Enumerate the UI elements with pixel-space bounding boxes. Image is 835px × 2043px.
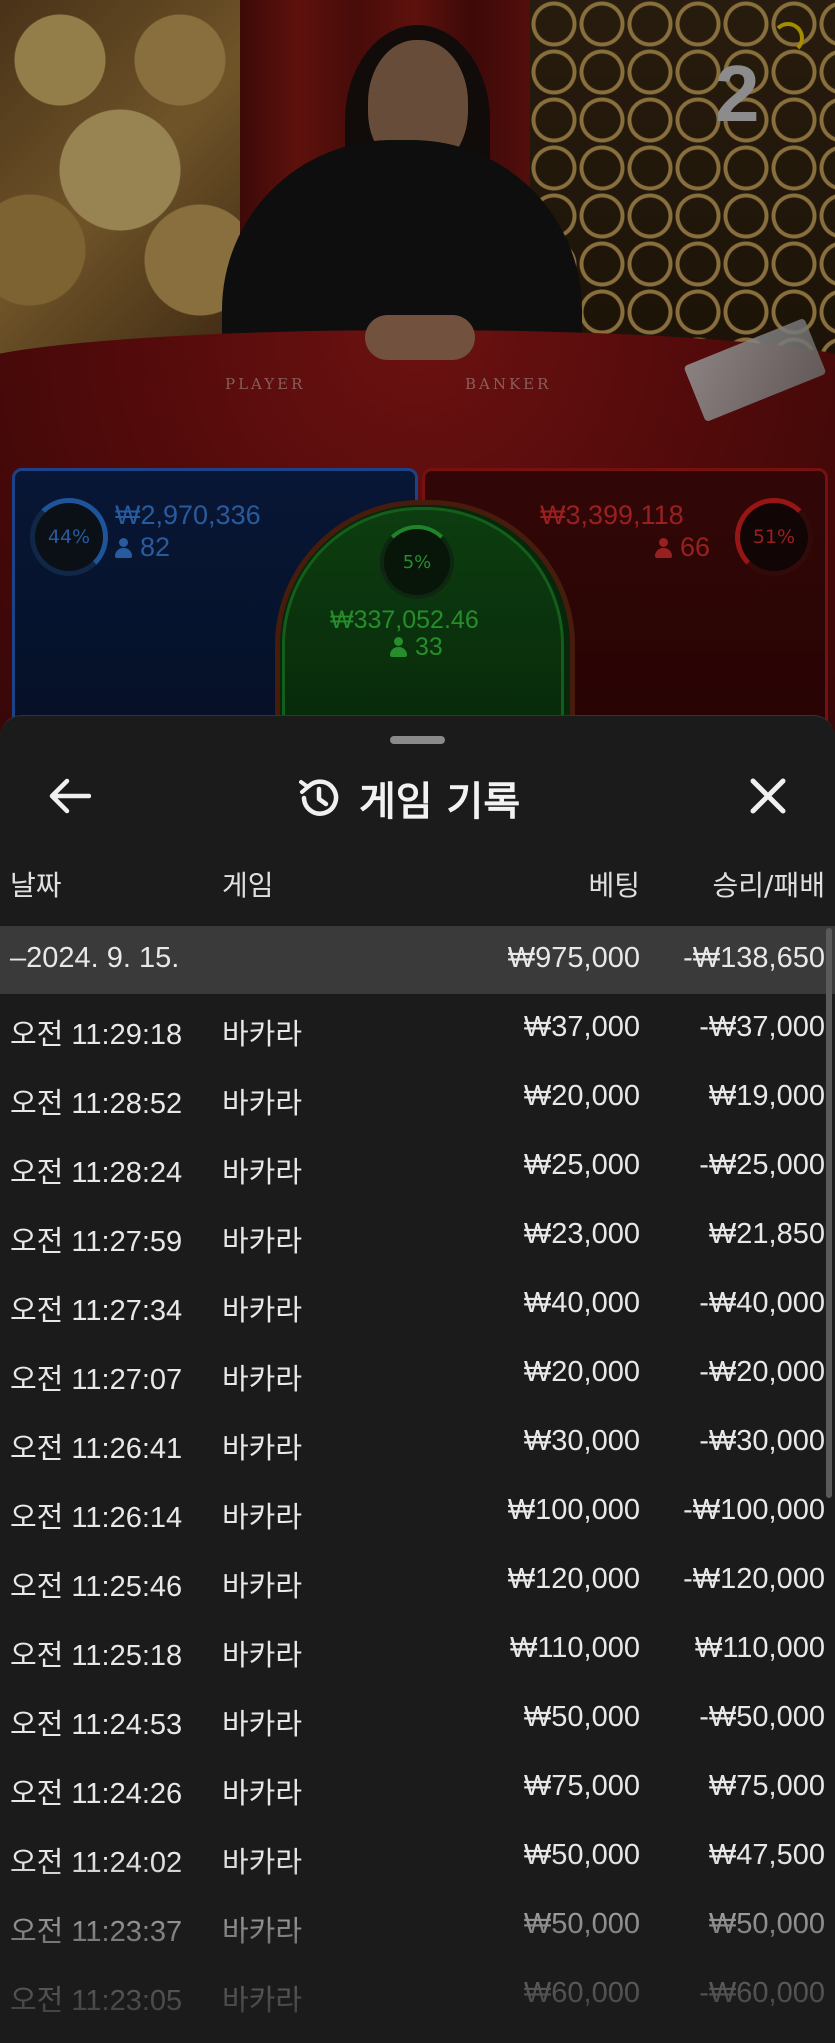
row-game: 바카라 bbox=[222, 1916, 303, 1948]
row-time: 오전 11:25:18 bbox=[10, 1640, 183, 1672]
column-header-game[interactable]: 게임 bbox=[222, 864, 274, 904]
row-bet: ₩60,000 bbox=[523, 1977, 640, 2009]
history-row[interactable]: 오전 11:27:59 바카라 ₩23,000 ₩21,850 bbox=[0, 1201, 835, 1270]
back-button[interactable] bbox=[40, 766, 100, 826]
row-game: 바카라 bbox=[222, 1985, 303, 2017]
row-result: -₩30,000 bbox=[699, 1425, 825, 1457]
row-game: 바카라 bbox=[222, 1847, 303, 1879]
history-row[interactable]: 오전 11:25:46 바카라 ₩120,000 -₩120,000 bbox=[0, 1546, 835, 1615]
row-result: ₩50,000 bbox=[708, 1908, 825, 1940]
row-bet: ₩50,000 bbox=[523, 1701, 640, 1733]
row-time: 오전 11:28:24 bbox=[10, 1157, 183, 1189]
modal-overlay[interactable] bbox=[0, 0, 835, 740]
row-bet: ₩30,000 bbox=[523, 1425, 640, 1457]
row-game: 바카라 bbox=[222, 1088, 303, 1120]
row-bet: ₩75,000 bbox=[523, 1770, 640, 1802]
row-result: -₩40,000 bbox=[699, 1287, 825, 1319]
row-time: 오전 11:23:05 bbox=[10, 1985, 183, 2017]
history-row[interactable]: 오전 11:23:05 바카라 ₩60,000 -₩60,000 bbox=[0, 1960, 835, 2029]
row-game: 바카라 bbox=[222, 1433, 303, 1465]
row-time: 오전 11:28:52 bbox=[10, 1088, 183, 1120]
history-row[interactable]: 오전 11:24:26 바카라 ₩75,000 ₩75,000 bbox=[0, 1753, 835, 1822]
row-time: 오전 11:25:46 bbox=[10, 1571, 183, 1603]
history-row[interactable]: 오전 11:24:53 바카라 ₩50,000 -₩50,000 bbox=[0, 1684, 835, 1753]
list-scrollbar[interactable] bbox=[826, 928, 832, 1498]
row-time: 오전 11:24:02 bbox=[10, 1847, 183, 1879]
sheet-title: 게임 기록 bbox=[295, 768, 520, 828]
history-list: 오전 11:29:18 바카라 ₩37,000 -₩37,000 오전 11:28:5… bbox=[0, 994, 835, 2029]
row-time: 오전 11:24:26 bbox=[10, 1778, 183, 1810]
row-bet: ₩37,000 bbox=[523, 1011, 640, 1043]
row-time: 오전 11:26:14 bbox=[10, 1502, 183, 1534]
row-bet: ₩50,000 bbox=[523, 1839, 640, 1871]
row-bet: ₩23,000 bbox=[523, 1218, 640, 1250]
summary-bet: ₩975,000 bbox=[507, 942, 640, 974]
column-header-bet[interactable]: 베팅 bbox=[588, 864, 640, 904]
row-result: ₩75,000 bbox=[708, 1770, 825, 1802]
row-time: 오전 11:27:34 bbox=[10, 1295, 183, 1327]
row-result: -₩50,000 bbox=[699, 1701, 825, 1733]
row-game: 바카라 bbox=[222, 1778, 303, 1810]
row-time: 오전 11:23:37 bbox=[10, 1916, 183, 1948]
history-row[interactable]: 오전 11:24:02 바카라 ₩50,000 ₩47,500 bbox=[0, 1822, 835, 1891]
history-icon bbox=[299, 779, 339, 816]
row-time: 오전 11:27:59 bbox=[10, 1226, 183, 1258]
row-result: -₩120,000 bbox=[683, 1563, 825, 1595]
date-summary-row[interactable]: –2024. 9. 15. ₩975,000 -₩138,650 bbox=[0, 926, 835, 994]
row-game: 바카라 bbox=[222, 1019, 303, 1051]
row-bet: ₩110,000 bbox=[509, 1632, 640, 1664]
row-result: ₩21,850 bbox=[708, 1218, 825, 1250]
history-row[interactable]: 오전 11:26:14 바카라 ₩100,000 -₩100,000 bbox=[0, 1477, 835, 1546]
row-game: 바카라 bbox=[222, 1640, 303, 1672]
row-bet: ₩100,000 bbox=[507, 1494, 640, 1526]
row-game: 바카라 bbox=[222, 1226, 303, 1258]
column-header-result[interactable]: 승리/패배 bbox=[713, 864, 825, 904]
live-video: PLAYER BANKER 2 44% ₩2,970,336 82 51% ₩3… bbox=[0, 0, 835, 740]
game-history-sheet: 게임 기록 날짜 게임 베팅 승리/패배 –2024. 9. 15. ₩975,… bbox=[0, 715, 835, 2043]
summary-date: –2024. 9. 15. bbox=[10, 942, 180, 974]
row-game: 바카라 bbox=[222, 1295, 303, 1327]
history-row[interactable]: 오전 11:27:34 바카라 ₩40,000 -₩40,000 bbox=[0, 1270, 835, 1339]
close-button[interactable] bbox=[738, 766, 798, 826]
row-bet: ₩25,000 bbox=[523, 1149, 640, 1181]
history-row[interactable]: 오전 11:29:18 바카라 ₩37,000 -₩37,000 bbox=[0, 994, 835, 1063]
history-row[interactable]: 오전 11:27:07 바카라 ₩20,000 -₩20,000 bbox=[0, 1339, 835, 1408]
row-result: -₩37,000 bbox=[699, 1011, 825, 1043]
history-row[interactable]: 오전 11:26:41 바카라 ₩30,000 -₩30,000 bbox=[0, 1408, 835, 1477]
row-result: -₩20,000 bbox=[699, 1356, 825, 1388]
row-game: 바카라 bbox=[222, 1502, 303, 1534]
history-row[interactable]: 오전 11:23:37 바카라 ₩50,000 ₩50,000 bbox=[0, 1891, 835, 1960]
row-game: 바카라 bbox=[222, 1157, 303, 1189]
sheet-drag-handle[interactable] bbox=[390, 736, 445, 744]
row-result: -₩25,000 bbox=[699, 1149, 825, 1181]
row-result: -₩100,000 bbox=[683, 1494, 825, 1526]
close-icon bbox=[750, 778, 786, 814]
row-time: 오전 11:27:07 bbox=[10, 1364, 183, 1396]
history-row[interactable]: 오전 11:25:18 바카라 ₩110,000 ₩110,000 bbox=[0, 1615, 835, 1684]
row-bet: ₩40,000 bbox=[523, 1287, 640, 1319]
row-bet: ₩120,000 bbox=[507, 1563, 640, 1595]
row-result: -₩60,000 bbox=[699, 1977, 825, 2009]
summary-result: -₩138,650 bbox=[683, 942, 825, 974]
row-bet: ₩20,000 bbox=[523, 1356, 640, 1388]
row-result: ₩110,000 bbox=[694, 1632, 825, 1664]
row-bet: ₩20,000 bbox=[523, 1080, 640, 1112]
row-result: ₩19,000 bbox=[708, 1080, 825, 1112]
row-time: 오전 11:26:41 bbox=[10, 1433, 183, 1465]
row-game: 바카라 bbox=[222, 1709, 303, 1741]
column-header-date[interactable]: 날짜 bbox=[10, 864, 62, 904]
history-row[interactable]: 오전 11:28:24 바카라 ₩25,000 -₩25,000 bbox=[0, 1132, 835, 1201]
row-time: 오전 11:29:18 bbox=[10, 1019, 183, 1051]
history-row[interactable]: 오전 11:28:52 바카라 ₩20,000 ₩19,000 bbox=[0, 1063, 835, 1132]
row-game: 바카라 bbox=[222, 1364, 303, 1396]
row-time: 오전 11:24:53 bbox=[10, 1709, 183, 1741]
row-bet: ₩50,000 bbox=[523, 1908, 640, 1940]
row-result: ₩47,500 bbox=[708, 1839, 825, 1871]
arrow-left-icon bbox=[49, 778, 91, 814]
sheet-title-text: 게임 기록 bbox=[359, 779, 521, 825]
row-game: 바카라 bbox=[222, 1571, 303, 1603]
